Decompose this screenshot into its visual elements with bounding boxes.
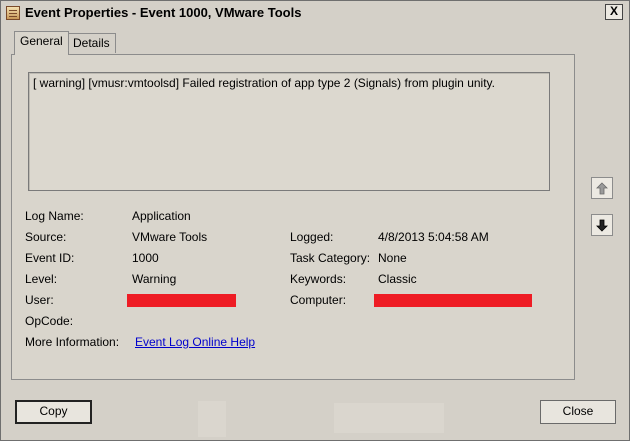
- more-info-label: More Information:: [25, 335, 120, 349]
- keywords-label: Keywords:: [290, 272, 347, 286]
- copy-button[interactable]: Copy: [15, 400, 92, 424]
- previous-event-button[interactable]: [591, 177, 613, 199]
- level-value: Warning: [132, 272, 177, 286]
- window-title: Event Properties - Event 1000, VMware To…: [25, 5, 302, 20]
- close-window-button[interactable]: X: [605, 4, 623, 20]
- event-id-value: 1000: [132, 251, 159, 265]
- tab-details[interactable]: Details: [67, 33, 116, 53]
- task-category-label: Task Category:: [290, 251, 371, 265]
- event-viewer-icon: [6, 6, 20, 20]
- close-button[interactable]: Close: [540, 400, 616, 424]
- tab-general[interactable]: General: [14, 31, 69, 55]
- keywords-value: Classic: [378, 272, 417, 286]
- event-properties-window: Event Properties - Event 1000, VMware To…: [0, 0, 630, 441]
- user-value-redacted: [127, 294, 236, 307]
- logged-label: Logged:: [290, 230, 334, 244]
- computer-label: Computer:: [290, 293, 347, 307]
- log-name-label: Log Name:: [25, 209, 84, 223]
- next-event-button[interactable]: [591, 214, 613, 236]
- event-id-label: Event ID:: [25, 251, 75, 265]
- background-artifact: [334, 403, 444, 433]
- level-label: Level:: [25, 272, 58, 286]
- user-label: User:: [25, 293, 54, 307]
- event-log-online-help-link[interactable]: Event Log Online Help: [135, 335, 255, 349]
- source-label: Source:: [25, 230, 67, 244]
- computer-value-redacted: [374, 294, 532, 307]
- arrow-down-icon: [596, 219, 608, 232]
- task-category-value: None: [378, 251, 407, 265]
- arrow-up-icon: [596, 181, 608, 194]
- title-bar[interactable]: Event Properties - Event 1000, VMware To…: [1, 1, 629, 25]
- source-value: VMware Tools: [132, 230, 208, 244]
- background-artifact: [198, 401, 226, 437]
- log-name-value: Application: [132, 209, 191, 223]
- opcode-label: OpCode:: [25, 314, 74, 328]
- logged-value: 4/8/2013 5:04:58 AM: [378, 230, 489, 244]
- event-message-box[interactable]: [ warning] [vmusr:vmtoolsd] Failed regis…: [28, 72, 550, 191]
